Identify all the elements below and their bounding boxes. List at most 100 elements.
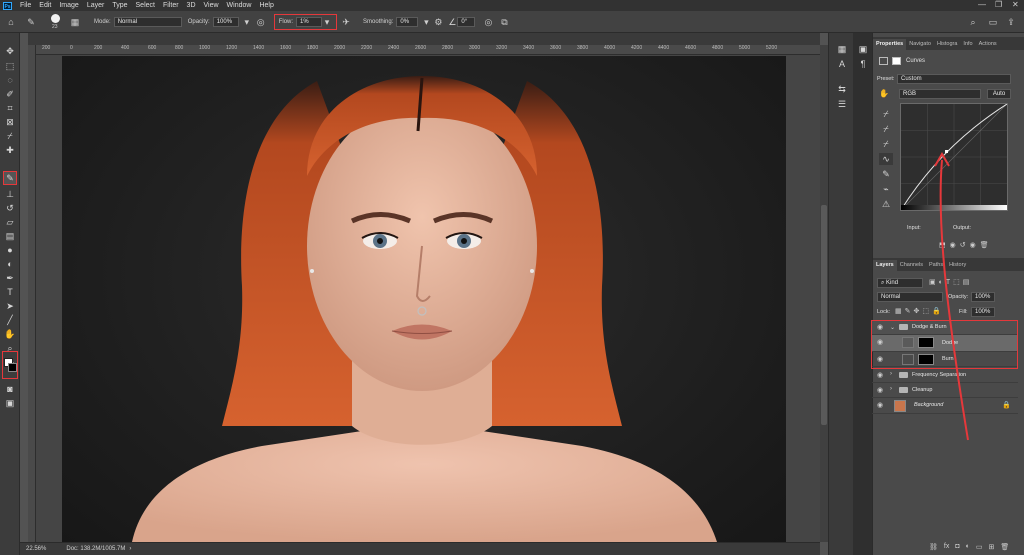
brush-tool-icon[interactable]: ✎ xyxy=(26,17,36,27)
frame-tool-icon[interactable]: ⊠ xyxy=(3,116,17,128)
tab-navigator[interactable]: Navigato xyxy=(906,39,934,50)
pressure-size-icon[interactable]: ◎ xyxy=(483,17,493,27)
close-icon[interactable]: ✕ xyxy=(1012,0,1019,9)
background-color[interactable] xyxy=(8,363,17,372)
adjustments-icon[interactable]: ⇆ xyxy=(835,83,849,95)
pen-icon[interactable]: ✒ xyxy=(3,272,17,284)
scroll-thumb[interactable] xyxy=(821,205,827,425)
hand-tool-icon[interactable]: ✋ xyxy=(3,328,17,340)
tab-layers[interactable]: Layers xyxy=(873,260,897,271)
type-tool-icon[interactable]: T xyxy=(3,286,17,298)
eye-icon[interactable]: ◉ xyxy=(877,386,883,394)
opacity-field[interactable]: 100% xyxy=(212,16,239,27)
layer-filter-select[interactable]: ⌕ Kind xyxy=(877,278,923,288)
mode-select[interactable]: Normal xyxy=(113,16,182,27)
menu-window[interactable]: Window xyxy=(223,2,256,9)
brush-settings-icon[interactable]: ▦ xyxy=(70,17,80,27)
flow-dropdown-icon[interactable]: ▾ xyxy=(322,17,332,27)
menu-edit[interactable]: Edit xyxy=(35,2,55,9)
menu-image[interactable]: Image xyxy=(55,2,82,9)
link-layers-icon[interactable]: ⛓ xyxy=(929,543,938,551)
libraries-icon[interactable]: ▣ xyxy=(856,43,870,55)
clipping-warning-icon[interactable]: ⚠ xyxy=(879,198,893,210)
smooth-curve-icon[interactable]: ⌁ xyxy=(879,183,893,195)
symmetry-icon[interactable]: ⧉ xyxy=(499,17,509,27)
chevron-right-icon[interactable]: › xyxy=(890,371,892,377)
eraser-icon[interactable]: ▱ xyxy=(3,216,17,228)
zoom-level[interactable]: 22.56% xyxy=(26,546,46,552)
search-icon[interactable]: ⌕ xyxy=(968,17,978,27)
airbrush-icon[interactable]: ✈ xyxy=(341,17,351,27)
target-adjust-icon[interactable]: ✋ xyxy=(879,89,889,98)
lasso-tool-icon[interactable]: ◌ xyxy=(3,74,17,86)
add-mask-icon[interactable]: ◘ xyxy=(955,543,959,551)
new-layer-icon[interactable]: ⊞ xyxy=(988,543,994,551)
brush-preset-picker[interactable]: 23 xyxy=(48,13,64,31)
new-group-icon[interactable]: ▭ xyxy=(976,543,983,551)
home-icon[interactable]: ⌂ xyxy=(6,17,16,27)
eyedropper-icon[interactable]: ⌿ xyxy=(3,130,17,142)
eye-icon[interactable]: ◉ xyxy=(877,371,883,379)
new-adjustment-icon[interactable]: ◐ xyxy=(966,543,970,551)
eyedropper-white-icon[interactable]: ⌿ xyxy=(879,138,893,150)
angle-icon[interactable]: ∠ xyxy=(447,17,457,27)
pressure-opacity-icon[interactable]: ◎ xyxy=(256,17,266,27)
smoothing-dropdown-icon[interactable]: ▾ xyxy=(421,17,431,27)
healing-brush-icon[interactable]: ✚ xyxy=(3,144,17,156)
mask-icon[interactable] xyxy=(892,57,901,65)
curve-point-icon[interactable]: ∿ xyxy=(879,153,893,165)
workspace-icon[interactable]: ▭ xyxy=(988,17,998,27)
paragraph-icon[interactable]: ¶ xyxy=(856,58,870,70)
history-brush-icon[interactable]: ↺ xyxy=(3,202,17,214)
restore-icon[interactable]: ❐ xyxy=(995,0,1002,9)
auto-button[interactable]: Auto xyxy=(987,89,1011,99)
share-icon[interactable]: ⇪ xyxy=(1006,17,1016,27)
trash-icon[interactable]: 🗑 xyxy=(1000,543,1009,551)
blur-icon[interactable]: ● xyxy=(3,244,17,256)
layer-style-icon[interactable]: fx xyxy=(944,543,949,551)
chevron-right-icon[interactable]: › xyxy=(890,386,892,392)
document-canvas[interactable] xyxy=(62,56,786,542)
flow-field[interactable]: 1% xyxy=(296,16,323,27)
tab-histogram[interactable]: Histogra xyxy=(934,39,960,50)
eyedropper-gray-icon[interactable]: ⌿ xyxy=(879,123,893,135)
curve-pencil-icon[interactable]: ✎ xyxy=(879,168,893,180)
gear-icon[interactable]: ⚙ xyxy=(433,17,443,27)
menu-filter[interactable]: Filter xyxy=(159,2,183,9)
smoothing-field[interactable]: 0% xyxy=(396,16,419,27)
path-select-icon[interactable]: ➤ xyxy=(3,300,17,312)
line-tool-icon[interactable]: ╱ xyxy=(3,314,17,326)
marquee-tool-icon[interactable]: ⬚ xyxy=(3,60,17,72)
preset-select[interactable]: Custom xyxy=(897,74,1011,84)
quick-mask-icon[interactable]: ◙ xyxy=(3,383,17,395)
menu-layer[interactable]: Layer xyxy=(83,2,109,9)
opacity-dropdown-icon[interactable]: ▾ xyxy=(242,17,252,27)
eye-icon[interactable]: ◉ xyxy=(877,401,883,409)
angle-field[interactable]: 0° xyxy=(457,16,476,27)
tab-properties[interactable]: Properties xyxy=(873,39,907,50)
quick-select-icon[interactable]: ✐ xyxy=(3,88,17,100)
styles-icon[interactable]: ☰ xyxy=(835,98,849,110)
brush-tool-selected-icon[interactable]: ✎ xyxy=(3,171,17,185)
tab-channels[interactable]: Channels xyxy=(897,260,926,271)
vertical-scrollbar[interactable] xyxy=(820,45,828,542)
clone-stamp-icon[interactable]: ⊥ xyxy=(3,188,17,200)
channel-select[interactable]: RGB xyxy=(899,89,981,99)
eyedropper-black-icon[interactable]: ⌿ xyxy=(879,108,893,120)
tab-info[interactable]: Info xyxy=(960,39,975,50)
menu-select[interactable]: Select xyxy=(132,2,159,9)
status-arrow-icon[interactable]: › xyxy=(129,546,131,552)
menu-3d[interactable]: 3D xyxy=(183,2,200,9)
document-tab-bar[interactable] xyxy=(28,33,820,45)
character-icon[interactable]: A xyxy=(835,58,849,70)
menu-file[interactable]: File xyxy=(16,2,35,9)
dodge-icon[interactable]: ◐ xyxy=(3,258,17,270)
gradient-icon[interactable]: ▤ xyxy=(3,230,17,242)
swatches-icon[interactable]: ▦ xyxy=(835,43,849,55)
menu-view[interactable]: View xyxy=(200,2,223,9)
menu-type[interactable]: Type xyxy=(108,2,131,9)
crop-tool-icon[interactable]: ⌗ xyxy=(3,102,17,114)
minimize-icon[interactable]: — xyxy=(978,0,986,9)
menu-help[interactable]: Help xyxy=(255,2,277,9)
screen-mode-icon[interactable]: ▣ xyxy=(3,397,17,409)
